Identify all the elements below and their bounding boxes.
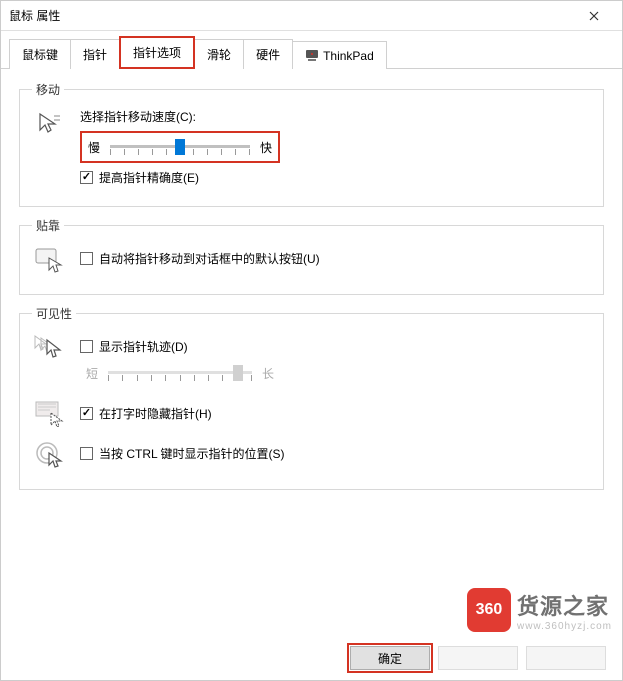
tab-mouse-buttons[interactable]: 鼠标键 bbox=[9, 39, 71, 69]
thinkpad-icon bbox=[305, 48, 319, 62]
checkbox-icon bbox=[80, 447, 93, 460]
ctrl-locate-label: 当按 CTRL 键时显示指针的位置(S) bbox=[99, 445, 285, 462]
group-visibility: 可见性 显示指针轨迹(D) 短 bbox=[19, 305, 604, 490]
enhance-precision-checkbox[interactable]: 提高指针精确度(E) bbox=[80, 169, 591, 186]
tab-hardware[interactable]: 硬件 bbox=[243, 39, 293, 69]
enhance-precision-label: 提高指针精确度(E) bbox=[99, 169, 199, 186]
show-trails-label: 显示指针轨迹(D) bbox=[99, 338, 188, 355]
checkbox-icon bbox=[80, 252, 93, 265]
snap-to-default-label: 自动将指针移动到对话框中的默认按钮(U) bbox=[99, 250, 320, 267]
checkbox-icon bbox=[80, 407, 93, 420]
hide-while-typing-label: 在打字时隐藏指针(H) bbox=[99, 405, 212, 422]
cancel-button[interactable] bbox=[438, 646, 518, 670]
watermark-text: 货源之家 bbox=[517, 589, 612, 621]
watermark-badge: 360 bbox=[467, 588, 511, 632]
ctrl-locate-icon bbox=[32, 439, 68, 469]
watermark: 360 货源之家 www.360hyzj.com bbox=[467, 588, 612, 632]
pointer-speed-label: 选择指针移动速度(C): bbox=[80, 108, 591, 125]
snap-to-default-checkbox[interactable]: 自动将指针移动到对话框中的默认按钮(U) bbox=[80, 250, 591, 267]
window-title: 鼠标 属性 bbox=[9, 7, 574, 24]
dialog-buttons: 确定 bbox=[350, 646, 606, 670]
apply-button[interactable] bbox=[526, 646, 606, 670]
close-button[interactable] bbox=[574, 2, 614, 30]
pointer-speed-slider-wrap: 慢 快 bbox=[80, 131, 280, 163]
hide-while-typing-checkbox[interactable]: 在打字时隐藏指针(H) bbox=[80, 405, 591, 422]
trail-long-label: 长 bbox=[262, 365, 274, 382]
hide-typing-icon bbox=[32, 399, 68, 427]
show-trails-checkbox[interactable]: 显示指针轨迹(D) bbox=[80, 338, 591, 355]
trail-length-slider bbox=[108, 363, 252, 383]
tab-bar: 鼠标键 指针 指针选项 滑轮 硬件 ThinkPad bbox=[1, 31, 622, 69]
slider-slow-label: 慢 bbox=[88, 139, 100, 156]
trails-icon bbox=[32, 332, 68, 362]
trail-length-slider-wrap: 短 长 bbox=[80, 359, 280, 387]
close-icon bbox=[589, 11, 599, 21]
group-motion: 移动 选择指针移动速度(C): 慢 快 bbox=[19, 81, 604, 207]
trail-short-label: 短 bbox=[86, 365, 98, 382]
group-snap: 贴靠 自动将指针移动到对话框中的默认按钮(U) bbox=[19, 217, 604, 295]
group-motion-legend: 移动 bbox=[32, 81, 64, 98]
group-snap-legend: 贴靠 bbox=[32, 217, 64, 234]
tab-pointer-options[interactable]: 指针选项 bbox=[119, 36, 195, 69]
titlebar: 鼠标 属性 bbox=[1, 1, 622, 31]
watermark-url: www.360hyzj.com bbox=[517, 621, 612, 632]
snap-icon bbox=[32, 244, 68, 274]
tab-thinkpad[interactable]: ThinkPad bbox=[292, 41, 387, 69]
tab-wheel[interactable]: 滑轮 bbox=[194, 39, 244, 69]
pointer-speed-icon bbox=[32, 108, 68, 138]
tab-thinkpad-label: ThinkPad bbox=[323, 49, 374, 63]
ctrl-locate-checkbox[interactable]: 当按 CTRL 键时显示指针的位置(S) bbox=[80, 445, 591, 462]
checkbox-icon bbox=[80, 171, 93, 184]
checkbox-icon bbox=[80, 340, 93, 353]
group-visibility-legend: 可见性 bbox=[32, 305, 76, 322]
ok-button[interactable]: 确定 bbox=[350, 646, 430, 670]
slider-fast-label: 快 bbox=[260, 139, 272, 156]
tab-pointers[interactable]: 指针 bbox=[70, 39, 120, 69]
tab-content: 移动 选择指针移动速度(C): 慢 快 bbox=[1, 69, 622, 560]
pointer-speed-slider[interactable] bbox=[110, 137, 250, 157]
